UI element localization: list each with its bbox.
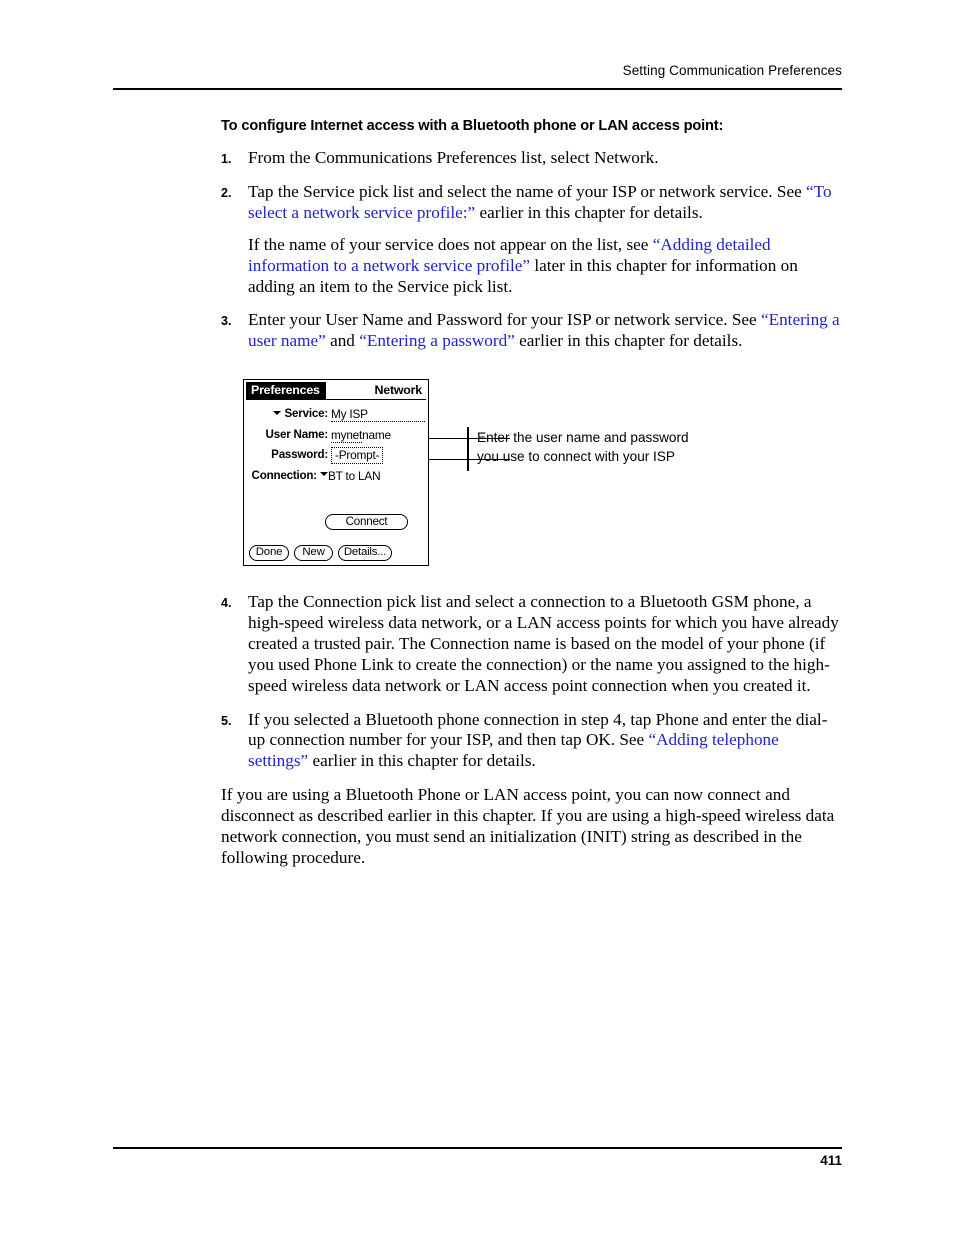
step-paragraph: Tap the Service pick list and select the… <box>248 182 842 224</box>
pda-new-button[interactable]: New <box>294 545 333 561</box>
pda-screenshot: Preferences Network Service: My ISP User N… <box>243 379 429 566</box>
pda-done-button[interactable]: Done <box>249 545 289 561</box>
pda-field-row: Connection: BT to LAN <box>244 467 430 488</box>
pda-field-label: User Name: <box>265 427 329 441</box>
step-number: 2. <box>221 185 232 200</box>
page-header: Setting Communication Preferences <box>113 62 842 84</box>
pda-field-value[interactable]: BT to LAN <box>328 469 381 483</box>
step-paragraph: If you selected a Bluetooth phone connec… <box>248 710 842 773</box>
callout-text-line-1: Enter the user name and password <box>477 430 689 445</box>
pda-details-button[interactable]: Details... <box>338 545 392 561</box>
pda-password-field[interactable]: -Prompt- <box>331 446 384 464</box>
triangle-down-icon[interactable] <box>273 410 282 415</box>
step-text: Tap the Service pick list and select the… <box>248 181 807 201</box>
step-number: 5. <box>221 713 232 728</box>
step-paragraph: From the Communications Preferences list… <box>248 148 842 169</box>
numbered-step: 5. If you selected a Bluetooth phone conn… <box>221 710 842 773</box>
numbered-step: 3. Enter your User Name and Password for … <box>221 310 842 352</box>
pda-connect-button[interactable]: Connect <box>325 514 408 530</box>
step-text: earlier in this chapter for details. <box>514 331 743 351</box>
closing-paragraph: If you are using a Bluetooth Phone or LA… <box>221 785 835 867</box>
pda-field-row: User Name: mynetname <box>244 426 430 447</box>
footer-rule <box>113 1147 842 1149</box>
pda-field-label: Connection: <box>244 469 328 482</box>
step-text: and <box>325 331 360 351</box>
step-text: Tap the Connection pick list and select … <box>248 592 839 695</box>
numbered-steps-upper: 1. From the Communications Preferences li… <box>221 148 842 352</box>
numbered-step: 2. Tap the Service pick list and select t… <box>221 182 842 298</box>
triangle-down-icon[interactable] <box>320 472 328 477</box>
pda-field-value[interactable]: mynetname <box>331 428 391 442</box>
step-number: 3. <box>221 314 232 329</box>
numbered-steps-lower: 4. Tap the Connection pick list and selec… <box>221 592 842 772</box>
pda-screen-title: Network <box>374 383 423 397</box>
pda-field-underline <box>331 421 425 422</box>
content-upper: To configure Internet access with a Blue… <box>221 118 842 365</box>
pda-field-underline <box>331 441 362 443</box>
callout-text-line-2: you use to connect with your ISP <box>477 448 675 464</box>
header-rule <box>113 88 842 90</box>
pda-field-rows: Service: My ISP User Name: mynetname Passwor… <box>244 405 430 487</box>
step-text: Enter your User Name and Password for yo… <box>248 310 761 330</box>
step-number: 1. <box>221 152 232 166</box>
pda-field-label: Service: <box>244 407 328 420</box>
pda-app-title: Preferences <box>246 382 326 399</box>
step-text: earlier in this chapter for details. <box>475 202 703 222</box>
pda-field-row: Service: My ISP <box>244 405 430 426</box>
step-paragraph: If the name of your service does not app… <box>248 235 842 298</box>
step-paragraph: Enter your User Name and Password for yo… <box>248 310 842 352</box>
page-number: 411 <box>820 1153 842 1168</box>
cross-reference-link[interactable]: “Entering a password” <box>359 331 515 350</box>
pda-titlebar: Preferences Network <box>246 382 426 399</box>
callout-bracket <box>467 427 469 471</box>
step-text: From the Communications Preferences list… <box>248 148 659 167</box>
step-paragraph: Tap the Connection pick list and select … <box>248 592 842 697</box>
pda-titlebar-rule <box>246 399 426 401</box>
running-head-text: Setting Communication Preferences <box>622 63 842 78</box>
numbered-step: 4. Tap the Connection pick list and selec… <box>221 592 842 697</box>
pda-field-label: Password: <box>271 448 328 461</box>
callout-text: Enter the user name and password you use… <box>477 429 777 466</box>
step-text: earlier in this chapter for details. <box>308 751 536 771</box>
page-title: To configure Internet access with a Blue… <box>221 118 724 134</box>
pda-field-row: Password: -Prompt- <box>244 446 430 467</box>
pda-field-value[interactable]: My ISP <box>331 407 368 421</box>
step-text: If the name of your service does not app… <box>248 234 653 254</box>
content-lower: 4. Tap the Connection pick list and selec… <box>221 592 842 882</box>
numbered-step: 1. From the Communications Preferences li… <box>221 148 842 169</box>
step-number: 4. <box>221 596 232 610</box>
figure-network-preferences: Preferences Network Service: My ISP User N… <box>243 379 954 579</box>
